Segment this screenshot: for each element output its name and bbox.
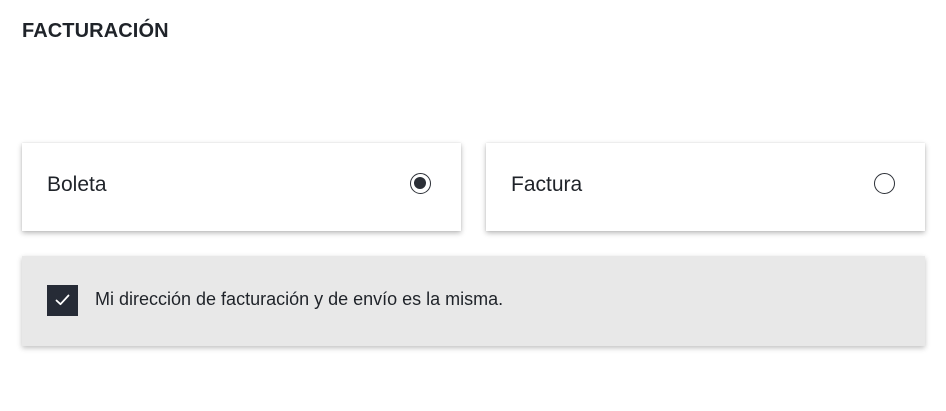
factura-radio[interactable] [874,173,895,194]
check-icon [55,294,70,306]
same-address-label[interactable]: Mi dirección de facturación y de envío e… [95,289,503,310]
factura-option-label: Factura [511,173,583,196]
boleta-option-label: Boleta [47,173,107,196]
billing-section-title: FACTURACIÓN [22,20,169,42]
boleta-option[interactable]: Boleta [22,143,461,231]
same-address-checkbox[interactable] [47,285,78,316]
factura-option[interactable]: Factura [486,143,925,231]
radio-selected-dot-icon [414,177,426,189]
boleta-radio[interactable] [410,173,431,194]
same-address-panel: Mi dirección de facturación y de envío e… [22,256,925,346]
